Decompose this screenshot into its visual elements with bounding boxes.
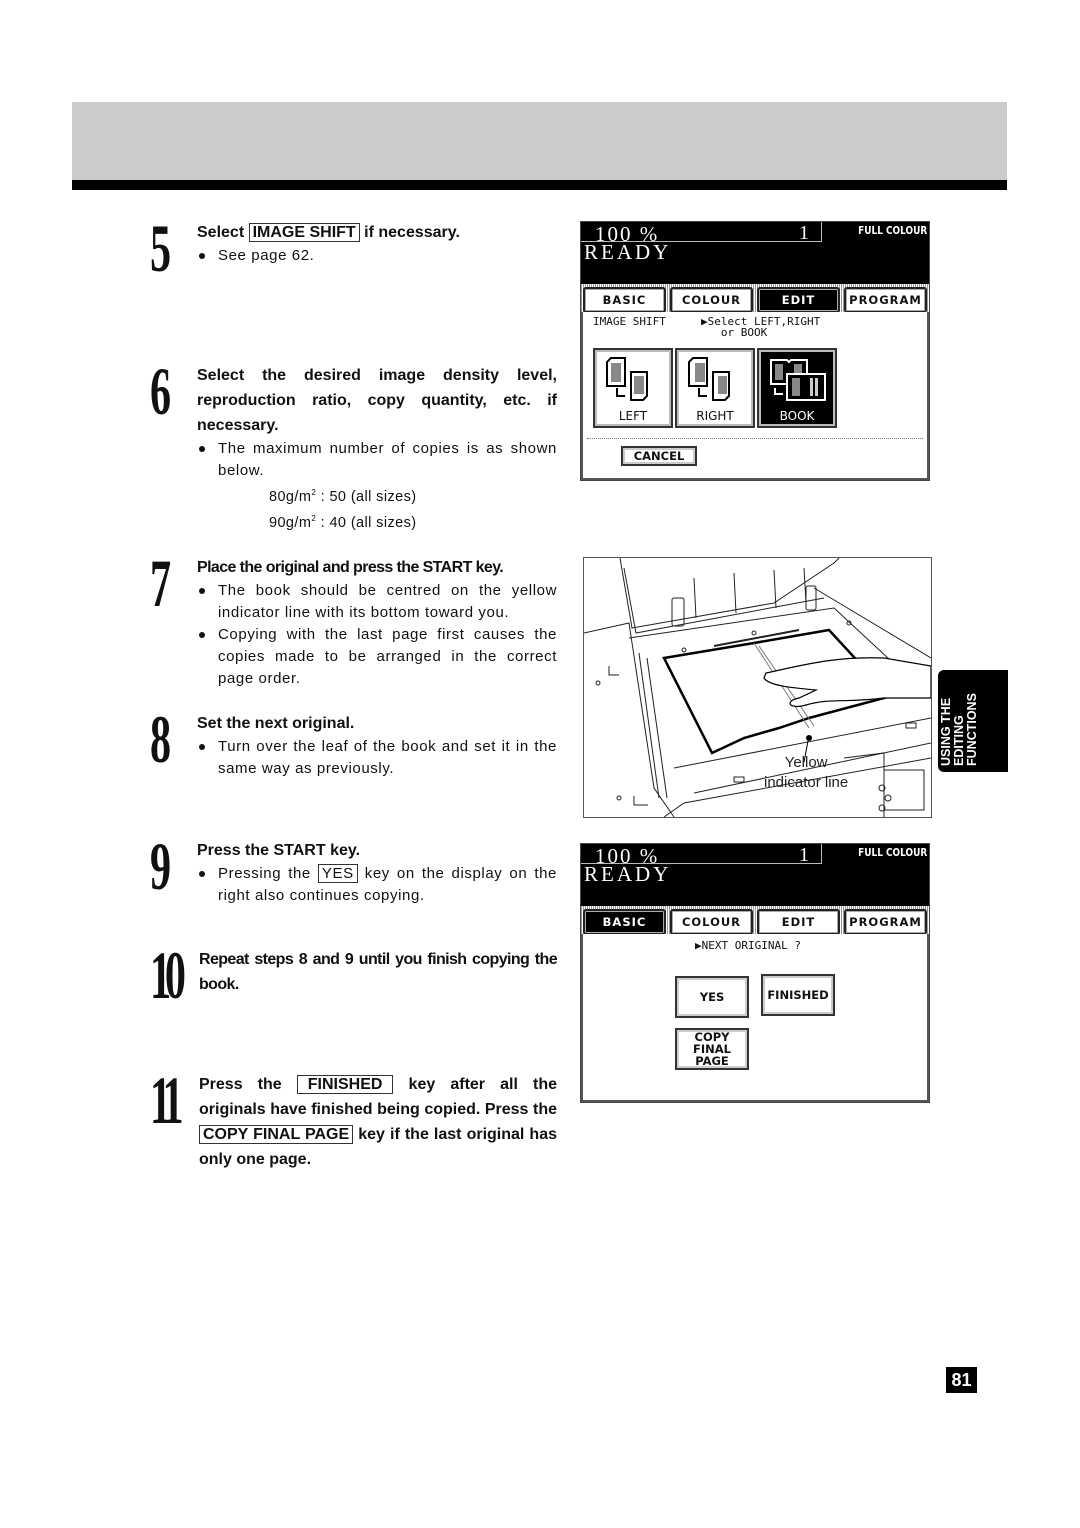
colour-mode-button[interactable]: FULL COLOUR — [858, 225, 927, 237]
step-number: 10 — [150, 937, 186, 1013]
copy-quantity: 1 — [799, 222, 809, 244]
copy-final-page-key-ref: COPY FINAL PAGE — [199, 1125, 354, 1144]
step-number: 8 — [150, 701, 171, 777]
tab-basic[interactable]: BASIC — [583, 909, 666, 935]
book-shift-button[interactable]: BOOK — [757, 348, 837, 428]
left-shift-button[interactable]: LEFT — [593, 348, 673, 428]
tab-edit[interactable]: EDIT — [757, 909, 840, 935]
option-label: LEFT — [618, 409, 648, 423]
finished-key-ref: FINISHED — [296, 1075, 394, 1094]
status-ready: READY — [584, 862, 672, 886]
status-ready: READY — [584, 240, 672, 264]
header-rule — [72, 180, 1007, 190]
tab-colour[interactable]: COLOUR — [670, 287, 753, 313]
image-shift-key-ref: IMAGE SHIFT — [248, 223, 360, 242]
copy-final-page-button[interactable]: COPY FINAL PAGE — [675, 1028, 749, 1070]
lcd-status-area: 100 % 1 FULL COLOUR READY — [581, 844, 929, 906]
copy-quantity: 1 — [799, 844, 809, 866]
control-panel-next-original: 100 % 1 FULL COLOUR READY BASIC COLOUR E… — [580, 843, 930, 1103]
prompt-text: ▶Select LEFT,RIGHT or BOOK — [701, 315, 821, 339]
book-on-platen-illustration — [584, 558, 931, 817]
spec-line: 80g/m2 : 50 (all sizes) — [269, 488, 417, 505]
colour-mode-button[interactable]: FULL COLOUR — [858, 847, 927, 859]
bullet: See page 62. — [197, 245, 557, 267]
step-title: Press the START key. — [197, 842, 361, 859]
tab-program[interactable]: PROGRAM — [844, 909, 927, 935]
book-shift-icon — [770, 359, 826, 401]
right-shift-button[interactable]: RIGHT — [675, 348, 755, 428]
bullet: The book should be centred on the yellow… — [197, 580, 557, 624]
lcd-status-area: 100 % 1 FULL COLOUR READY — [581, 222, 929, 284]
section-tab-label: USING THE EDITING FUNCTIONS — [939, 693, 979, 766]
page-number: 81 — [946, 1367, 977, 1393]
step-title: Press the FINISHED key after all the ori… — [199, 1075, 557, 1168]
title-text: if necessary. — [359, 224, 460, 241]
bullet: Copying with the last page first causes … — [197, 624, 557, 690]
step-title: Select IMAGE SHIFT if necessary. — [197, 220, 557, 245]
yes-button[interactable]: YES — [675, 976, 749, 1018]
function-label: IMAGE SHIFT — [593, 315, 666, 328]
screen-body: IMAGE SHIFT ▶Select LEFT,RIGHT or BOOK L… — [581, 312, 929, 480]
tab-colour[interactable]: COLOUR — [670, 909, 753, 935]
step-title: Place the original and press the START k… — [197, 559, 504, 576]
bullet: The maximum number of copies is as shown… — [197, 438, 557, 482]
yes-key-ref: YES — [317, 864, 358, 883]
control-panel-image-shift: 100 % 1 FULL COLOUR READY BASIC COLOUR E… — [580, 221, 930, 481]
tab-program[interactable]: PROGRAM — [844, 287, 927, 313]
step-number: 6 — [150, 353, 171, 429]
shift-left-icon — [606, 357, 648, 401]
tab-bar: BASIC COLOUR EDIT PROGRAM — [581, 906, 929, 935]
step-number: 7 — [150, 545, 171, 621]
tab-basic[interactable]: BASIC — [583, 287, 666, 313]
screen-body: ▶NEXT ORIGINAL ? YES FINISHED COPY FINAL… — [581, 934, 929, 1102]
shift-right-icon — [688, 357, 730, 401]
step-number: 5 — [150, 210, 171, 286]
prompt-text: ▶NEXT ORIGINAL ? — [695, 939, 801, 952]
spec-line: 90g/m2 : 40 (all sizes) — [269, 513, 417, 531]
tab-edit[interactable]: EDIT — [757, 287, 840, 313]
step-title: Select the desired image density level, … — [197, 367, 557, 434]
step-number: 11 — [150, 1062, 184, 1138]
option-label: RIGHT — [696, 409, 734, 423]
header-band — [72, 102, 1007, 180]
step-title: Set the next original. — [197, 715, 355, 732]
option-label: BOOK — [779, 409, 815, 423]
tab-bar: BASIC COLOUR EDIT PROGRAM — [581, 284, 929, 313]
bullet: Turn over the leaf of the book and set i… — [197, 736, 557, 780]
bullet: Pressing the YES key on the display on t… — [197, 863, 557, 907]
section-tab[interactable]: USING THE EDITING FUNCTIONS — [938, 670, 1008, 772]
step-number: 9 — [150, 828, 171, 904]
copier-glass-illustration: Yellow indicator line — [583, 557, 932, 818]
cancel-button[interactable]: CANCEL — [621, 446, 697, 466]
title-text: Select — [197, 224, 249, 241]
yellow-indicator-caption: Yellow indicator line — [764, 754, 849, 791]
finished-button[interactable]: FINISHED — [761, 974, 835, 1016]
step-title: Repeat steps 8 and 9 until you finish co… — [199, 951, 558, 993]
